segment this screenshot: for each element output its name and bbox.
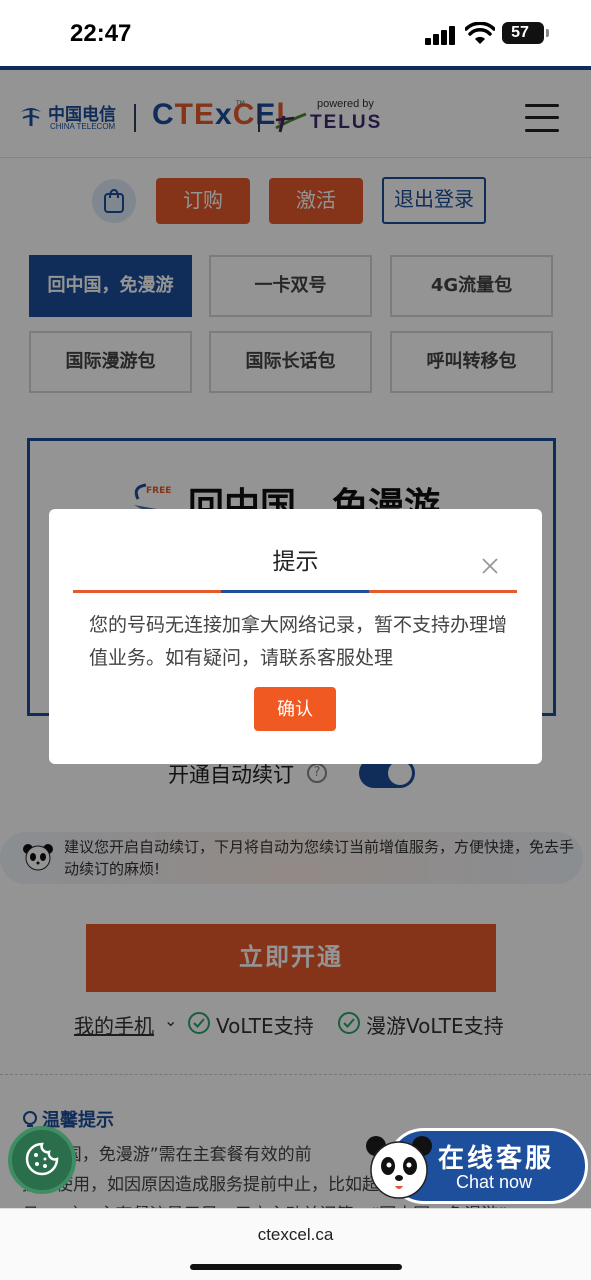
- panda-mascot-icon: [366, 1136, 432, 1199]
- chat-label-cn: 在线客服: [438, 1144, 555, 1174]
- battery-icon: 57: [502, 22, 549, 44]
- alert-dialog: 提示 您的号码无连接加拿大网络记录，暂不支持办理增值业务。如有疑问，请联系客服处…: [49, 509, 542, 764]
- wifi-icon: [465, 22, 495, 44]
- cookie-icon: [25, 1142, 59, 1176]
- online-chat-button[interactable]: 在线客服 Chat now: [364, 1126, 588, 1206]
- dialog-rule-left: [73, 590, 221, 593]
- dialog-title: 提示: [272, 549, 319, 575]
- dialog-rule-middle: [221, 590, 369, 593]
- browser-url-bar[interactable]: ctexcel.ca: [0, 1208, 591, 1280]
- url-text[interactable]: ctexcel.ca: [0, 1225, 591, 1245]
- dialog-message: 您的号码无连接加拿大网络记录，暂不支持办理增值业务。如有疑问，请联系客服处理: [89, 614, 508, 669]
- battery-level: 57: [511, 24, 529, 41]
- close-icon[interactable]: [479, 555, 501, 577]
- cellular-signal-icon: [425, 25, 457, 45]
- dialog-rule-right: [369, 590, 517, 593]
- cookie-settings-button[interactable]: [8, 1126, 76, 1194]
- confirm-button[interactable]: 确认: [254, 687, 336, 731]
- status-time: 22:47: [70, 20, 132, 47]
- status-bar: 22:47 57: [0, 0, 591, 66]
- chat-label-en: Chat now: [456, 1172, 533, 1192]
- home-indicator: [190, 1264, 402, 1270]
